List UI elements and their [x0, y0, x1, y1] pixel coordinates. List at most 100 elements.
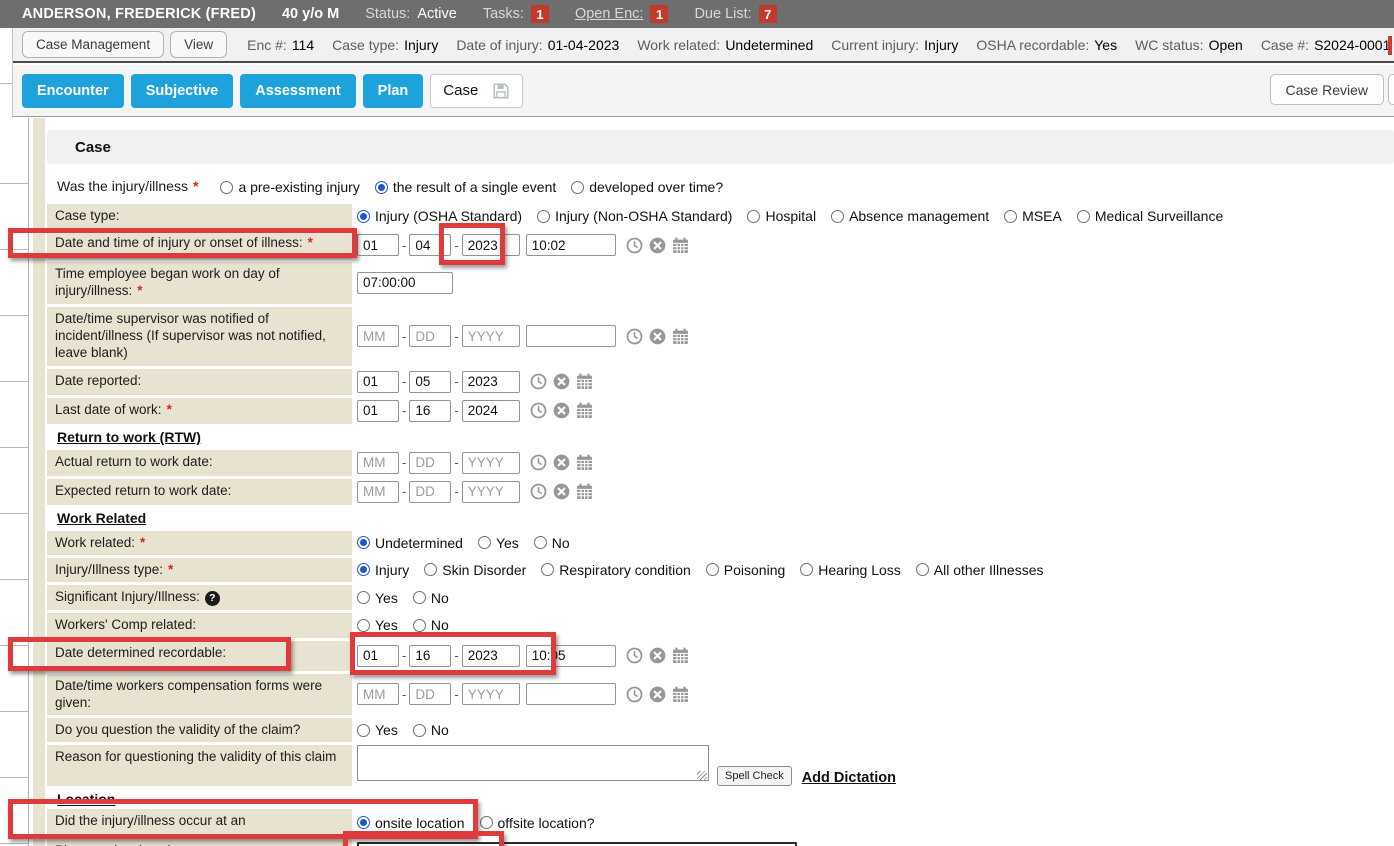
- clock-icon[interactable]: [626, 328, 643, 345]
- calendar-icon[interactable]: [672, 328, 689, 345]
- radio-work-related-no[interactable]: No: [534, 535, 570, 551]
- radio-circle[interactable]: [916, 563, 929, 576]
- radio-circle-selected[interactable]: [375, 181, 388, 194]
- radio-circle[interactable]: [220, 181, 233, 194]
- radio-circle[interactable]: [413, 619, 426, 632]
- tab-encounter[interactable]: Encounter: [22, 74, 124, 108]
- calendar-icon[interactable]: [672, 237, 689, 254]
- radio-circle[interactable]: [357, 724, 370, 737]
- clear-date-icon[interactable]: [553, 483, 570, 500]
- radio-circle[interactable]: [541, 563, 554, 576]
- wc-forms-month-input[interactable]: [357, 683, 399, 705]
- injury-day-input[interactable]: [409, 234, 451, 256]
- tab-plan[interactable]: Plan: [363, 74, 424, 108]
- radio-single-event[interactable]: the result of a single event: [375, 179, 556, 195]
- reason-validity-textarea[interactable]: [357, 745, 709, 781]
- open-enc-count-badge[interactable]: 1: [650, 5, 668, 23]
- radio-circle[interactable]: [1077, 210, 1090, 223]
- time-began-work-input[interactable]: [357, 272, 453, 294]
- clear-date-icon[interactable]: [649, 647, 666, 664]
- wc-forms-day-input[interactable]: [409, 683, 451, 705]
- radio-absence-management[interactable]: Absence management: [831, 208, 989, 224]
- radio-circle[interactable]: [413, 724, 426, 737]
- injury-time-input[interactable]: [526, 234, 616, 256]
- last-work-month-input[interactable]: [357, 400, 399, 422]
- recordable-time-input[interactable]: [526, 645, 616, 667]
- radio-wc-no[interactable]: No: [413, 617, 449, 633]
- radio-skin-disorder[interactable]: Skin Disorder: [424, 562, 526, 578]
- clock-icon[interactable]: [626, 686, 643, 703]
- actual-rtw-day-input[interactable]: [409, 452, 451, 474]
- radio-circle[interactable]: [413, 591, 426, 604]
- clear-date-icon[interactable]: [553, 402, 570, 419]
- case-review-button[interactable]: Case Review: [1270, 74, 1384, 105]
- tasks-count-badge[interactable]: 1: [531, 5, 549, 23]
- radio-circle[interactable]: [571, 181, 584, 194]
- clear-date-icon[interactable]: [553, 373, 570, 390]
- radio-circle[interactable]: [424, 563, 437, 576]
- radio-onsite-location[interactable]: onsite location: [357, 815, 465, 831]
- radio-circle[interactable]: [706, 563, 719, 576]
- radio-offsite-location[interactable]: offsite location?: [480, 815, 595, 831]
- radio-circle[interactable]: [831, 210, 844, 223]
- radio-wc-yes[interactable]: Yes: [357, 617, 398, 633]
- clear-date-icon[interactable]: [553, 454, 570, 471]
- radio-circle[interactable]: [1004, 210, 1017, 223]
- calendar-icon[interactable]: [672, 647, 689, 664]
- clear-date-icon[interactable]: [649, 686, 666, 703]
- radio-developed-over-time[interactable]: developed over time?: [571, 179, 723, 195]
- view-button[interactable]: View: [170, 31, 227, 58]
- case-management-button[interactable]: Case Management: [22, 31, 164, 58]
- expected-rtw-day-input[interactable]: [409, 481, 451, 503]
- spell-check-button[interactable]: Spell Check: [717, 766, 792, 786]
- radio-poisoning[interactable]: Poisoning: [706, 562, 786, 578]
- tab-subjective[interactable]: Subjective: [131, 74, 234, 108]
- calendar-icon[interactable]: [672, 686, 689, 703]
- actual-rtw-year-input[interactable]: [462, 452, 520, 474]
- help-icon[interactable]: ?: [205, 591, 220, 606]
- radio-hospital[interactable]: Hospital: [747, 208, 816, 224]
- radio-circle-selected[interactable]: [357, 210, 370, 223]
- radio-injury-osha[interactable]: Injury (OSHA Standard): [357, 208, 522, 224]
- clock-icon[interactable]: [530, 483, 547, 500]
- calendar-icon[interactable]: [576, 483, 593, 500]
- clock-icon[interactable]: [530, 402, 547, 419]
- wc-forms-time-input[interactable]: [526, 683, 616, 705]
- recordable-month-input[interactable]: [357, 645, 399, 667]
- reported-day-input[interactable]: [409, 371, 451, 393]
- radio-significant-yes[interactable]: Yes: [357, 590, 398, 606]
- injury-year-input[interactable]: [462, 234, 520, 256]
- expected-rtw-month-input[interactable]: [357, 481, 399, 503]
- wc-forms-year-input[interactable]: [462, 683, 520, 705]
- supervisor-day-input[interactable]: [409, 325, 451, 347]
- radio-work-related-yes[interactable]: Yes: [478, 535, 519, 551]
- location-input[interactable]: [357, 842, 797, 846]
- radio-validity-no[interactable]: No: [413, 722, 449, 738]
- clock-icon[interactable]: [530, 454, 547, 471]
- last-work-year-input[interactable]: [462, 400, 520, 422]
- resize-handle[interactable]: [697, 771, 707, 781]
- calendar-icon[interactable]: [576, 454, 593, 471]
- radio-significant-no[interactable]: No: [413, 590, 449, 606]
- radio-circle-selected[interactable]: [357, 816, 370, 829]
- radio-circle[interactable]: [478, 536, 491, 549]
- radio-circle[interactable]: [357, 619, 370, 632]
- open-enc-link[interactable]: Open Enc:: [575, 6, 644, 22]
- clock-icon[interactable]: [626, 647, 643, 664]
- actual-rtw-month-input[interactable]: [357, 452, 399, 474]
- radio-circle-selected[interactable]: [357, 536, 370, 549]
- injury-month-input[interactable]: [357, 234, 399, 256]
- radio-msea[interactable]: MSEA: [1004, 208, 1062, 224]
- calendar-icon[interactable]: [576, 402, 593, 419]
- radio-undetermined[interactable]: Undetermined: [357, 535, 463, 551]
- radio-hearing-loss[interactable]: Hearing Loss: [800, 562, 901, 578]
- radio-all-other-illnesses[interactable]: All other Illnesses: [916, 562, 1044, 578]
- clock-icon[interactable]: [626, 237, 643, 254]
- radio-injury-non-osha[interactable]: Injury (Non-OSHA Standard): [537, 208, 732, 224]
- clear-date-icon[interactable]: [649, 237, 666, 254]
- reported-year-input[interactable]: [462, 371, 520, 393]
- radio-pre-existing[interactable]: a pre-existing injury: [220, 179, 359, 195]
- radio-circle[interactable]: [537, 210, 550, 223]
- expected-rtw-year-input[interactable]: [462, 481, 520, 503]
- reported-month-input[interactable]: [357, 371, 399, 393]
